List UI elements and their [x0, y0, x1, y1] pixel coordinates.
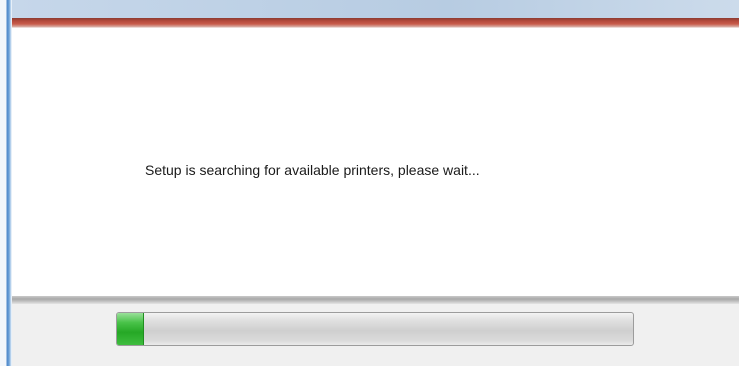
- progress-bar: [116, 312, 634, 346]
- footer-divider: [12, 296, 739, 304]
- dialog-footer: [12, 304, 739, 366]
- setup-dialog-window: Setup is searching for available printer…: [0, 0, 739, 366]
- window-title-strip: [12, 0, 739, 20]
- progress-bar-fill: [117, 313, 144, 345]
- window-left-border: [0, 0, 12, 366]
- header-accent-bar: [12, 18, 739, 28]
- status-message: Setup is searching for available printer…: [145, 162, 480, 178]
- dialog-content-area: Setup is searching for available printer…: [12, 28, 739, 296]
